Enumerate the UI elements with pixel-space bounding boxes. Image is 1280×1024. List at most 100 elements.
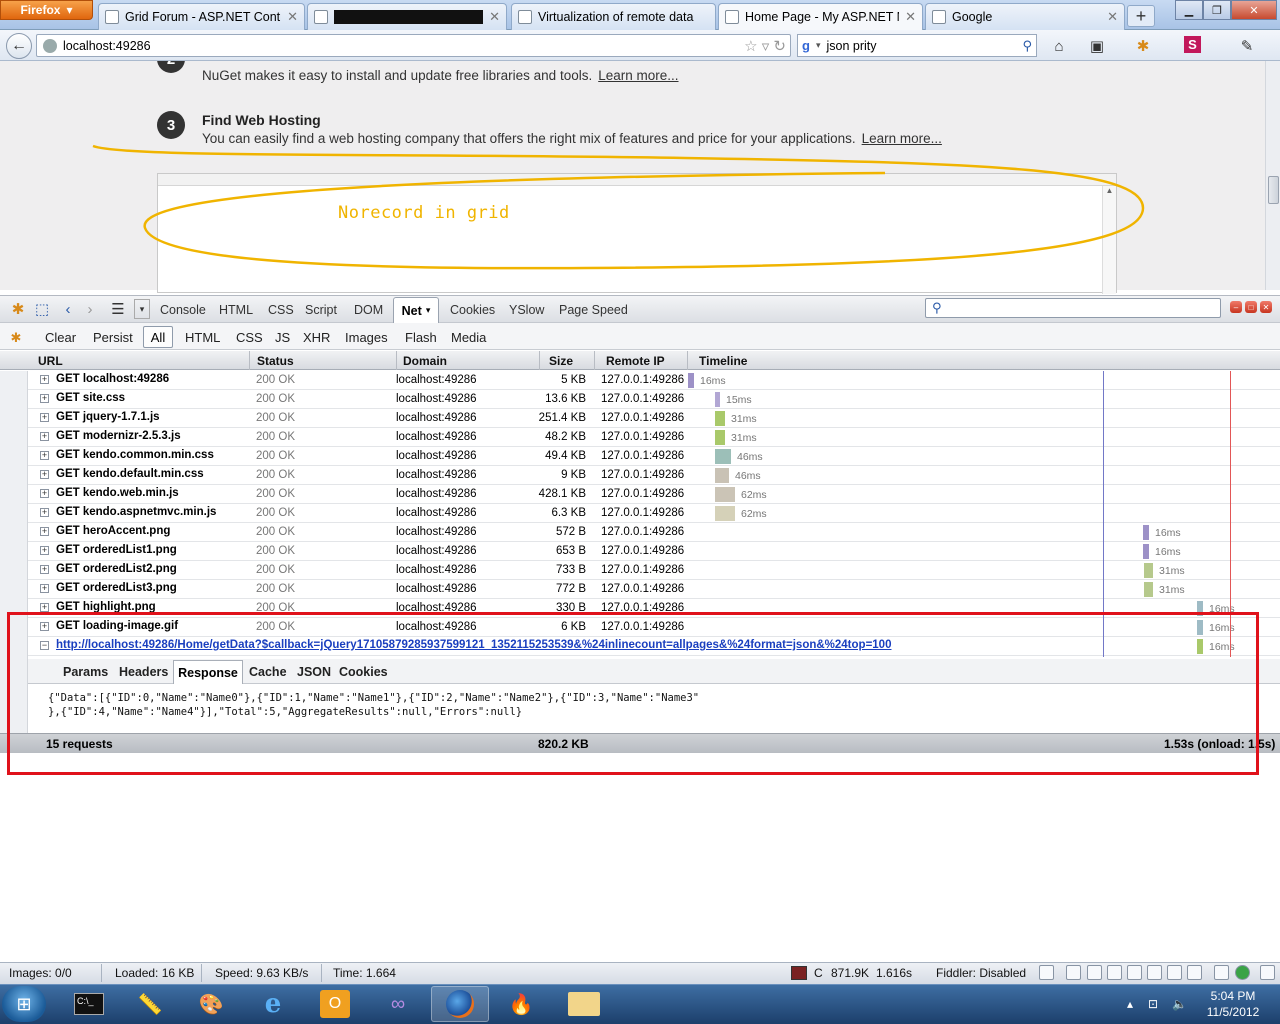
filter-html[interactable]: HTML: [180, 327, 225, 347]
taskbar-outlook-icon[interactable]: O: [306, 986, 364, 1022]
taskbar-ie-icon[interactable]: e: [244, 986, 302, 1022]
tab-home-page[interactable]: Home Page - My ASP.NET M... ✕: [718, 3, 923, 30]
status-ok-icon[interactable]: [1235, 965, 1250, 980]
request-url[interactable]: GET jquery-1.7.1.js: [56, 411, 160, 423]
expand-icon[interactable]: +: [40, 394, 49, 403]
memory-monitor-icon[interactable]: [791, 966, 807, 980]
page-scrollbar[interactable]: [1265, 61, 1280, 290]
chevron-right-icon[interactable]: ›: [80, 299, 100, 319]
expand-icon[interactable]: +: [40, 470, 49, 479]
panel-yslow[interactable]: YSlow: [505, 300, 548, 320]
firebug-icon[interactable]: ✱: [1133, 36, 1153, 56]
save-icon[interactable]: [1107, 965, 1122, 980]
panel-script[interactable]: Script: [301, 300, 341, 320]
request-url[interactable]: GET orderedList3.png: [56, 582, 177, 594]
column-status[interactable]: Status: [251, 351, 397, 370]
close-icon[interactable]: ✕: [489, 9, 500, 25]
firebug-close-icon[interactable]: ✕: [1260, 301, 1272, 313]
page-icon[interactable]: [1039, 965, 1054, 980]
firebug-minimize-icon[interactable]: –: [1230, 301, 1242, 313]
panel-cookies[interactable]: Cookies: [446, 300, 499, 320]
expand-icon[interactable]: +: [40, 413, 49, 422]
taskbar-clock[interactable]: 5:04 PM 11/5/2012: [1198, 988, 1268, 1020]
taskbar-visual-studio-icon[interactable]: ∞: [369, 986, 427, 1022]
expand-icon[interactable]: +: [40, 584, 49, 593]
column-size[interactable]: Size: [543, 351, 595, 370]
window-close-button[interactable]: ✕: [1231, 0, 1277, 20]
request-url[interactable]: GET kendo.default.min.css: [56, 468, 204, 480]
list-icon[interactable]: ☰: [108, 299, 128, 319]
tab-virtualization[interactable]: Virtualization of remote data: [511, 3, 716, 30]
taskbar-firefox-icon[interactable]: [431, 986, 489, 1022]
bookmarks-icon[interactable]: ▣: [1087, 36, 1107, 56]
close-icon[interactable]: ✕: [1107, 9, 1118, 25]
firebug-detach-icon[interactable]: □: [1245, 301, 1257, 313]
filter-flash[interactable]: Flash: [400, 327, 442, 347]
request-url[interactable]: GET orderedList2.png: [56, 563, 177, 575]
panel-net[interactable]: Net ▾: [393, 297, 439, 323]
bookmark-star-icon[interactable]: ☆ ▿ ↻: [744, 37, 790, 55]
net-request-row[interactable]: + GET orderedList2.png 200 OK localhost:492…: [28, 561, 1280, 580]
expand-icon[interactable]: +: [40, 375, 49, 384]
panel-page-speed[interactable]: Page Speed: [555, 300, 632, 320]
filter-images[interactable]: Images: [340, 327, 393, 347]
taskbar-explorer-icon[interactable]: [555, 986, 613, 1022]
chevron-down-icon[interactable]: ▾: [134, 299, 150, 319]
start-button[interactable]: ⊞: [2, 986, 46, 1022]
xhr-icon[interactable]: ✱: [6, 328, 26, 348]
back-button[interactable]: ←: [6, 33, 32, 59]
request-url[interactable]: GET site.css: [56, 392, 125, 404]
search-icon[interactable]: ⚲: [1022, 38, 1036, 54]
firefox-menu-button[interactable]: Firefox ▾: [0, 0, 93, 20]
edit-icon[interactable]: [1066, 965, 1081, 980]
new-tab-button[interactable]: +: [1127, 5, 1155, 27]
net-request-row[interactable]: + GET kendo.common.min.css 200 OK localhost…: [28, 447, 1280, 466]
request-url[interactable]: GET kendo.aspnetmvc.min.js: [56, 506, 216, 518]
net-request-row[interactable]: + GET jquery-1.7.1.js 200 OK localhost:4928…: [28, 409, 1280, 428]
s-addon-icon[interactable]: S: [1184, 36, 1201, 53]
window-icon[interactable]: [1167, 965, 1182, 980]
expand-icon[interactable]: +: [40, 527, 49, 536]
tool-icon[interactable]: [1147, 965, 1162, 980]
tab-grid-forum[interactable]: Grid Forum - ASP.NET Contr... ✕: [98, 3, 305, 30]
net-request-row[interactable]: + GET kendo.aspnetmvc.min.js 200 OK localho…: [28, 504, 1280, 523]
resize-icon[interactable]: [1260, 965, 1275, 980]
taskbar-flame-icon[interactable]: 🔥: [492, 986, 550, 1022]
net-request-row[interactable]: + GET kendo.default.min.css 200 OK localhos…: [28, 466, 1280, 485]
settings-icon[interactable]: [1214, 965, 1229, 980]
firebug-search-input[interactable]: ⚲: [925, 298, 1221, 318]
net-request-row[interactable]: + GET orderedList1.png 200 OK localhost:492…: [28, 542, 1280, 561]
tab-redacted[interactable]: ... ✕: [307, 3, 507, 30]
tray-volume-icon[interactable]: 🔈: [1172, 997, 1187, 1011]
learn-more-link[interactable]: Learn more...: [598, 68, 678, 83]
network-icon[interactable]: [1087, 965, 1102, 980]
net-request-row[interactable]: + GET heroAccent.png 200 OK localhost:49286…: [28, 523, 1280, 542]
maximize-button[interactable]: ❐: [1203, 0, 1231, 20]
request-url[interactable]: GET modernizr-2.5.3.js: [56, 430, 181, 442]
persist-button[interactable]: Persist: [88, 327, 138, 347]
close-icon[interactable]: ✕: [287, 9, 298, 25]
expand-icon[interactable]: +: [40, 489, 49, 498]
clear-button[interactable]: Clear: [40, 327, 81, 347]
google-icon[interactable]: g: [802, 38, 810, 53]
column-url[interactable]: URL: [32, 351, 250, 370]
net-request-row[interactable]: + GET localhost:49286 200 OK localhost:4928…: [28, 371, 1280, 390]
expand-icon[interactable]: +: [40, 603, 49, 612]
net-request-row[interactable]: + GET site.css 200 OK localhost:49286 13.6 K…: [28, 390, 1280, 409]
firebug-bug-icon[interactable]: ✱: [8, 299, 28, 319]
filter-js[interactable]: JS: [270, 327, 295, 347]
filter-media[interactable]: Media: [446, 327, 491, 347]
request-url[interactable]: GET heroAccent.png: [56, 525, 170, 537]
taskbar-paint-icon[interactable]: 🎨: [182, 986, 240, 1022]
search-bar[interactable]: g ▾ json prity ⚲: [797, 34, 1037, 57]
panel-html[interactable]: HTML: [215, 300, 257, 320]
chart-icon[interactable]: [1187, 965, 1202, 980]
panel-dom[interactable]: DOM: [350, 300, 387, 320]
tray-expand-icon[interactable]: ▴: [1127, 997, 1133, 1011]
url-bar[interactable]: localhost:49286 ☆ ▿ ↻: [36, 34, 791, 57]
column-domain[interactable]: Domain: [397, 351, 540, 370]
chevron-left-icon[interactable]: ‹: [58, 299, 78, 319]
request-url[interactable]: GET kendo.web.min.js: [56, 487, 179, 499]
tray-network-icon[interactable]: ⊡: [1148, 997, 1158, 1011]
tab-google[interactable]: Google ✕: [925, 3, 1125, 30]
